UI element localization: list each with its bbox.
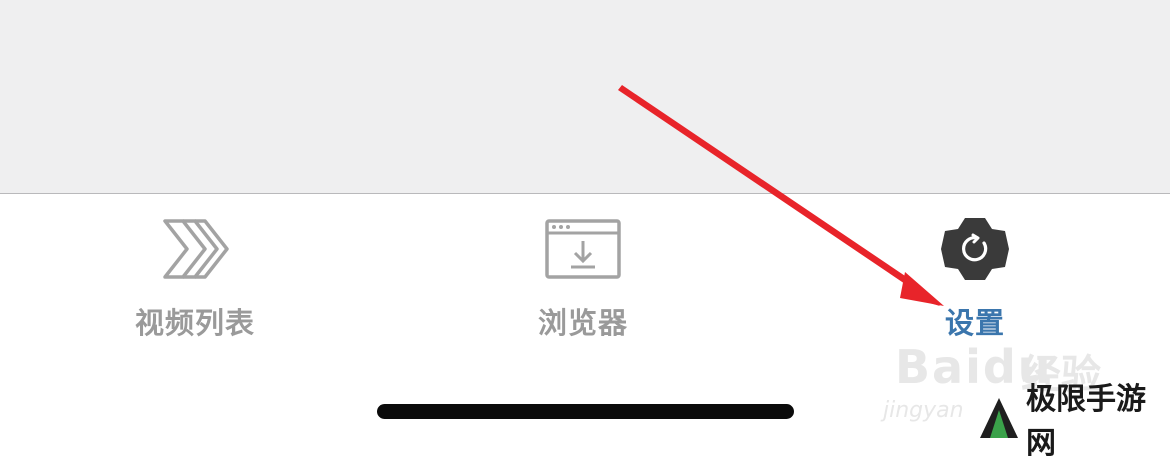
chevrons-right-icon bbox=[155, 212, 235, 286]
tab-video-list-label: 视频列表 bbox=[134, 306, 255, 340]
content-area bbox=[0, 0, 1170, 193]
browser-download-icon bbox=[543, 212, 623, 286]
watermark-jingyan-text: jingyan bbox=[883, 398, 964, 423]
tab-browser-label: 浏览器 bbox=[537, 306, 628, 340]
mountain-logo-icon bbox=[978, 396, 1020, 440]
brand-name: 极限手游网 bbox=[1026, 381, 1146, 461]
site-brand: 极限手游网 bbox=[978, 382, 1170, 461]
home-indicator[interactable] bbox=[377, 404, 794, 419]
tab-video-list[interactable]: 视频列表 bbox=[75, 212, 315, 342]
tab-browser[interactable]: 浏览器 bbox=[463, 212, 703, 342]
gear-icon bbox=[935, 212, 1015, 286]
